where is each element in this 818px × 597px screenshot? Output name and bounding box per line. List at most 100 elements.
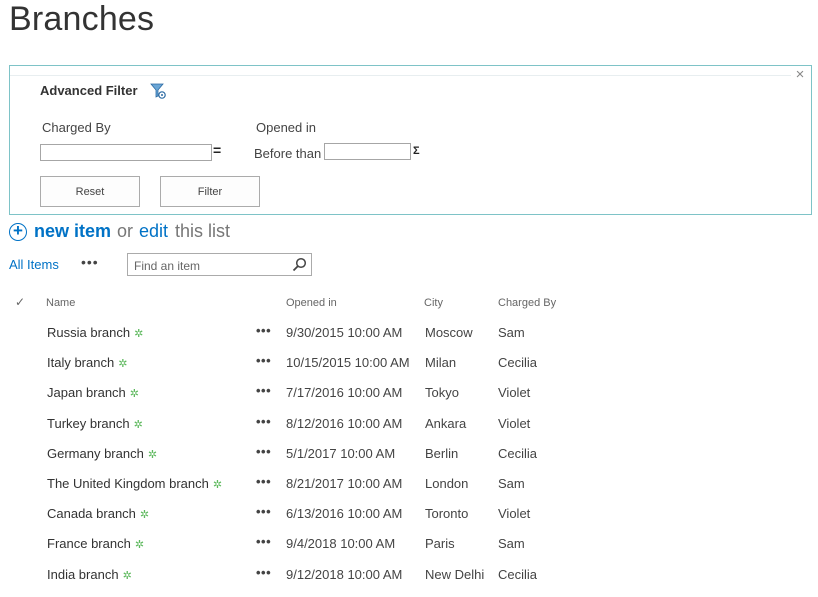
row-charged-by-cell: Violet (498, 385, 531, 400)
row-city-cell: Moscow (425, 325, 473, 340)
row-name-cell: Japan branch ✲ (47, 385, 139, 400)
this-list-text: this list (175, 221, 231, 241)
item-title-link[interactable]: India branch (47, 567, 119, 582)
edit-list-link[interactable]: edit (139, 221, 168, 242)
row-name-cell: Canada branch ✲ (47, 506, 149, 521)
row-charged-by-cell: Cecilia (498, 355, 538, 370)
page-title: Branches (9, 0, 155, 38)
view-more-ellipsis[interactable]: ••• (81, 254, 99, 270)
new-item-icon: ✲ (134, 539, 145, 551)
row-name-cell: Germany branch ✲ (47, 446, 157, 461)
plus-circle-icon[interactable]: + (9, 222, 27, 241)
row-opened-in-cell: 8/12/2016 10:00 AM (286, 416, 403, 431)
column-header-opened-in[interactable]: Opened in (286, 297, 337, 309)
select-all-checkmark[interactable]: ✓ (15, 295, 25, 309)
filter-button[interactable]: Filter (160, 176, 260, 207)
search-icon[interactable] (292, 257, 307, 272)
item-menu-ellipsis[interactable]: ••• (256, 504, 271, 519)
item-title-link[interactable]: Russia branch (47, 325, 130, 340)
new-item-icon: ✲ (134, 328, 144, 340)
new-item-icon: ✲ (118, 358, 128, 370)
item-menu-ellipsis[interactable]: ••• (256, 565, 271, 580)
row-opened-in-cell: 9/12/2018 10:00 AM (286, 567, 403, 582)
opened-in-date-input[interactable] (324, 143, 411, 160)
item-menu-ellipsis[interactable]: ••• (256, 534, 271, 549)
row-city-cell: Milan (425, 355, 457, 370)
row-charged-by-cell: Cecilia (498, 446, 538, 461)
column-header-name[interactable]: Name (46, 297, 75, 309)
or-text: or (117, 221, 134, 241)
item-menu-ellipsis[interactable]: ••• (256, 474, 271, 489)
item-menu-ellipsis[interactable]: ••• (256, 383, 271, 398)
filter-divider (10, 75, 791, 76)
advanced-filter-panel: × Advanced Filter Charged By = Opened in… (9, 65, 812, 215)
table-row[interactable]: France branch ✲ ••• 9/4/2018 10:00 AM Paris S… (0, 534, 818, 566)
reset-button[interactable]: Reset (40, 176, 140, 207)
row-city-cell: Berlin (425, 446, 459, 461)
row-name-cell: India branch ✲ (47, 567, 132, 582)
item-title-link[interactable]: Italy branch (47, 355, 114, 370)
item-menu-ellipsis[interactable]: ••• (256, 353, 271, 368)
column-header-city[interactable]: City (424, 297, 443, 309)
search-box (127, 253, 312, 276)
new-item-icon: ✲ (129, 388, 139, 400)
opened-in-label: Opened in (256, 120, 316, 135)
row-opened-in-cell: 5/1/2017 10:00 AM (286, 446, 396, 461)
table-row[interactable]: Turkey branch ✲ ••• 8/12/2016 10:00 AM Ankar… (0, 414, 818, 446)
item-title-link[interactable]: The United Kingdom branch (47, 476, 209, 491)
column-header-charged-by[interactable]: Charged By (498, 297, 556, 309)
row-charged-by-cell: Sam (498, 476, 525, 491)
item-title-link[interactable]: Turkey branch (47, 416, 130, 431)
row-opened-in-cell: 9/30/2015 10:00 AM (286, 325, 403, 340)
close-icon[interactable]: × (793, 67, 807, 82)
new-item-icon: ✲ (147, 449, 158, 461)
item-title-link[interactable]: Canada branch (47, 506, 136, 521)
date-operator-icon[interactable]: Σ (413, 144, 420, 158)
row-charged-by-cell: Violet (498, 506, 531, 521)
item-title-link[interactable]: Germany branch (47, 446, 144, 461)
table-row[interactable]: The United Kingdom branch ✲ ••• 8/21/2017 1… (0, 474, 818, 506)
row-opened-in-cell: 9/4/2018 10:00 AM (286, 536, 396, 551)
item-menu-ellipsis[interactable]: ••• (256, 444, 271, 459)
row-charged-by-cell: Sam (498, 536, 525, 551)
row-city-cell: New Delhi (425, 567, 485, 582)
new-item-icon: ✲ (212, 479, 223, 491)
search-input[interactable] (132, 256, 286, 275)
item-menu-ellipsis[interactable]: ••• (256, 414, 271, 429)
row-name-cell: The United Kingdom branch ✲ (47, 476, 222, 491)
item-menu-ellipsis[interactable]: ••• (256, 323, 271, 338)
funnel-gear-icon (150, 83, 166, 99)
charged-by-input[interactable] (40, 144, 212, 161)
view-all-items[interactable]: All Items (9, 257, 59, 272)
new-item-icon: ✲ (122, 570, 132, 582)
row-name-cell: Turkey branch ✲ (47, 416, 143, 431)
table-row[interactable]: Russia branch ✲ ••• 9/30/2015 10:00 AM Mosco… (0, 323, 818, 355)
item-title-link[interactable]: Japan branch (47, 385, 126, 400)
row-charged-by-cell: Cecilia (498, 567, 538, 582)
filter-title: Advanced Filter (40, 83, 138, 98)
table-row[interactable]: Japan branch ✲ ••• 7/17/2016 10:00 AM Tokyo V… (0, 383, 818, 415)
table-row[interactable]: Canada branch ✲ ••• 6/13/2016 10:00 AM Toron… (0, 504, 818, 536)
row-opened-in-cell: 10/15/2015 10:00 AM (286, 355, 410, 370)
row-city-cell: London (425, 476, 469, 491)
row-opened-in-cell: 6/13/2016 10:00 AM (286, 506, 403, 521)
new-item-link[interactable]: new item (34, 221, 111, 242)
row-name-cell: France branch ✲ (47, 536, 144, 551)
charged-by-label: Charged By (42, 120, 111, 135)
table-row[interactable]: Italy branch ✲ ••• 10/15/2015 10:00 AM Milan… (0, 353, 818, 385)
equals-operator-icon[interactable]: = (213, 143, 221, 157)
row-charged-by-cell: Violet (498, 416, 531, 431)
row-name-cell: Russia branch ✲ (47, 325, 143, 340)
new-item-icon: ✲ (139, 509, 150, 521)
row-opened-in-cell: 7/17/2016 10:00 AM (286, 385, 403, 400)
row-city-cell: Toronto (425, 506, 469, 521)
row-opened-in-cell: 8/21/2017 10:00 AM (286, 476, 403, 491)
before-than-label: Before than (254, 146, 322, 161)
table-row[interactable]: Germany branch ✲ ••• 5/1/2017 10:00 AM Berli… (0, 444, 818, 476)
row-city-cell: Paris (425, 536, 455, 551)
row-name-cell: Italy branch ✲ (47, 355, 127, 370)
table-row[interactable]: India branch ✲ ••• 9/12/2018 10:00 AM New De… (0, 565, 818, 597)
new-item-icon: ✲ (133, 419, 143, 431)
item-title-link[interactable]: France branch (47, 536, 131, 551)
row-city-cell: Tokyo (425, 385, 459, 400)
